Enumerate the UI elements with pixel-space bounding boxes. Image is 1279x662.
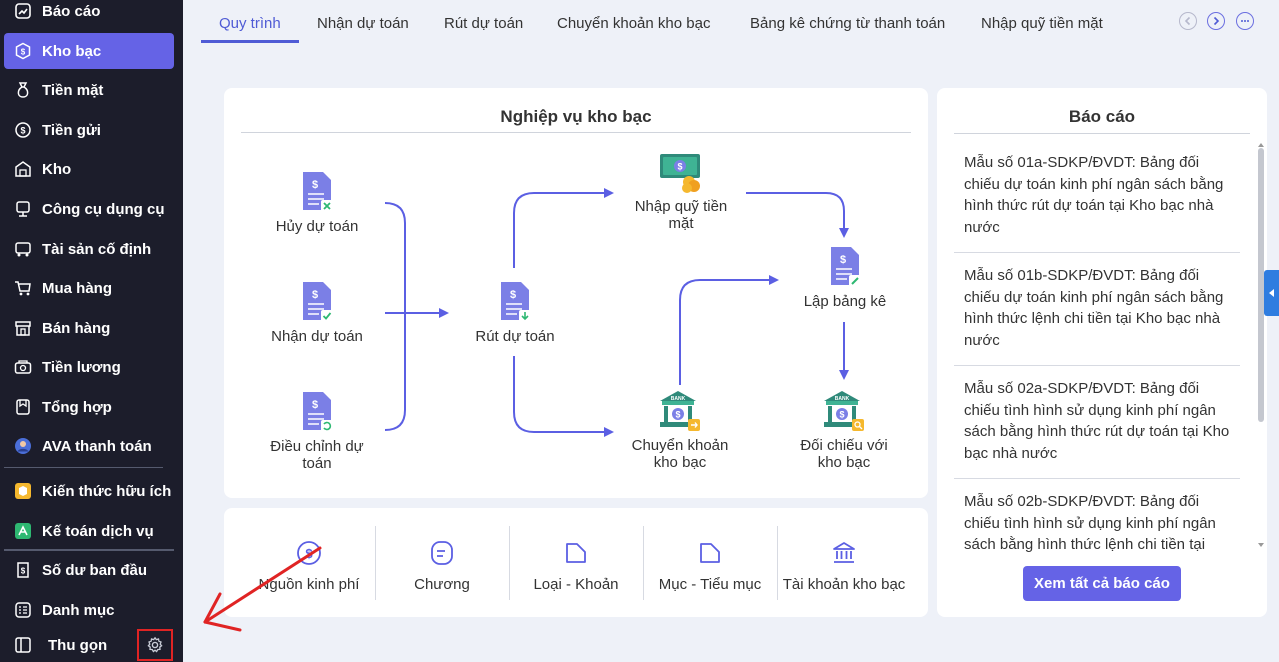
annotation-arrow-icon — [203, 546, 322, 632]
